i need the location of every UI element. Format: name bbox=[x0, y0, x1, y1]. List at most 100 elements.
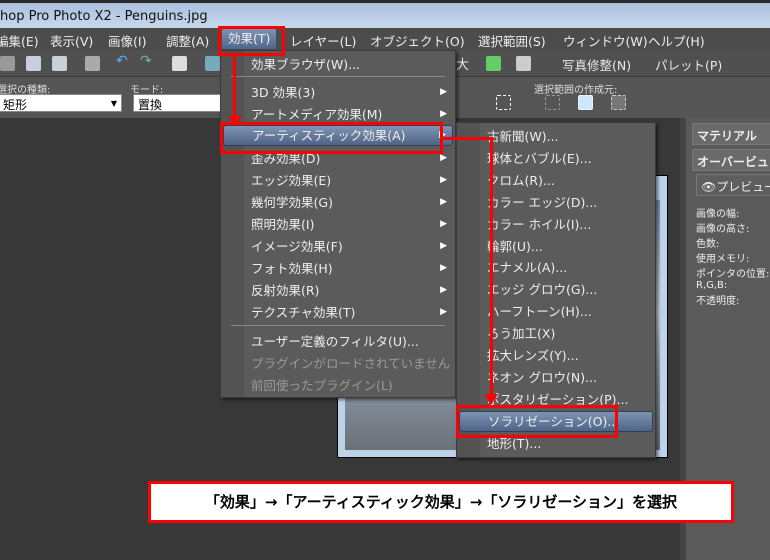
artistic-submenu-item[interactable]: 輪郭(U)... bbox=[459, 236, 653, 257]
annotation-arrow-line bbox=[490, 137, 493, 395]
create-from-mask-icon[interactable] bbox=[611, 95, 626, 110]
menu-view[interactable]: 表示(V) bbox=[50, 31, 93, 50]
photo-fix-button[interactable]: 写真修整(N) bbox=[562, 55, 631, 74]
effects-menu-item[interactable]: ユーザー定義のフィルタ(U)... bbox=[223, 331, 453, 352]
print-icon[interactable] bbox=[85, 56, 100, 71]
window-title: hop Pro Photo X2 - Penguins.jpg bbox=[0, 9, 208, 24]
mode-dropdown[interactable]: 置換 bbox=[133, 94, 223, 112]
selection-type-dropdown[interactable]: 矩形 ▼ bbox=[0, 94, 122, 112]
submenu-arrow-icon: ▶ bbox=[440, 197, 447, 207]
menu-selection[interactable]: 選択範囲(S) bbox=[478, 31, 546, 50]
info-pointer: ポインタの位置: bbox=[696, 269, 770, 280]
redo-icon[interactable]: ↷ bbox=[140, 53, 155, 69]
menu-window[interactable]: ウィンドウ(W) bbox=[563, 31, 648, 50]
artistic-submenu-item[interactable]: ろう加工(X) bbox=[459, 323, 653, 344]
artistic-submenu-item[interactable]: カラー エッジ(D)... bbox=[459, 192, 653, 213]
submenu-arrow-icon: ▶ bbox=[440, 307, 447, 317]
menu-item-label: イメージ効果(F) bbox=[251, 239, 343, 254]
create-from-layer-icon[interactable] bbox=[578, 95, 593, 110]
save-as-icon[interactable] bbox=[52, 56, 67, 71]
artistic-submenu-item[interactable]: 球体とバブル(E)... bbox=[459, 148, 653, 169]
effects-menu-item[interactable]: イメージ効果(F) ▶ bbox=[223, 236, 453, 257]
create-from-marquee-icon[interactable] bbox=[545, 95, 560, 110]
annotation-arrow-line bbox=[233, 56, 236, 118]
effects-menu-item[interactable]: フォト効果(H) ▶ bbox=[223, 258, 453, 279]
submenu-arrow-icon: ▶ bbox=[440, 87, 447, 97]
artistic-submenu-item[interactable]: ハーフトーン(H)... bbox=[459, 301, 653, 322]
menu-item-label: フォト効果(H) bbox=[251, 261, 333, 276]
menu-item-label: プラグインがロードされていません bbox=[251, 356, 451, 371]
menu-bar: 編集(E) 表示(V) 画像(I) 調整(A) 効果(T) レイヤー(L) オブ… bbox=[0, 28, 770, 50]
annotation-arrow-line bbox=[443, 137, 493, 140]
arrow-down-icon bbox=[484, 394, 498, 405]
menu-item-label: 効果ブラウザ(W)... bbox=[251, 57, 361, 72]
artistic-submenu-item[interactable]: エッジ グロウ(G)... bbox=[459, 279, 653, 300]
info-memory: 使用メモリ: bbox=[696, 254, 750, 265]
browse-icon[interactable] bbox=[0, 56, 15, 71]
image-icon[interactable] bbox=[205, 56, 220, 71]
artistic-submenu-item[interactable]: エナメル(A)... bbox=[459, 257, 653, 278]
info-width: 画像の幅: bbox=[696, 209, 740, 220]
submenu-arrow-icon: ▶ bbox=[440, 219, 447, 229]
preview-label: プレビュー bbox=[716, 180, 770, 194]
info-colors: 色数: bbox=[696, 239, 720, 250]
effects-menu-item[interactable]: テクスチャ効果(T) ▶ bbox=[223, 302, 453, 323]
artistic-submenu-item[interactable]: カラー ホイル(I)... bbox=[459, 214, 653, 235]
export-icon[interactable] bbox=[486, 56, 501, 71]
eye-icon: 👁 bbox=[701, 180, 717, 194]
artistic-submenu-item[interactable]: 拡大レンズ(Y)... bbox=[459, 345, 653, 366]
effects-menu-item[interactable]: 幾何学効果(G) ▶ bbox=[223, 192, 453, 213]
menu-separator bbox=[231, 76, 445, 77]
submenu-arrow-icon: ▶ bbox=[440, 175, 447, 185]
menu-item-label: 反射効果(R) bbox=[251, 283, 320, 298]
effects-menu-item[interactable]: エッジ効果(E) ▶ bbox=[223, 170, 453, 191]
menu-item-label: ユーザー定義のフィルタ(U)... bbox=[251, 334, 419, 349]
info-rgb: R,G,B: bbox=[696, 280, 728, 291]
annotation-box-artistic bbox=[220, 122, 443, 154]
save-icon[interactable] bbox=[26, 56, 41, 71]
menu-image[interactable]: 画像(I) bbox=[108, 31, 146, 50]
selection-mode-icon[interactable] bbox=[496, 95, 511, 110]
menu-item-label: 前回使ったプラグイン(L) bbox=[251, 378, 393, 393]
annotation-box-solarize bbox=[456, 405, 618, 438]
undo-icon[interactable]: ↶ bbox=[116, 53, 131, 69]
create-from-label: 選択範囲の作成元: bbox=[534, 85, 618, 96]
annotation-box-effects bbox=[218, 26, 285, 56]
tab-materials[interactable]: マテリアル bbox=[692, 123, 770, 145]
menu-item-label: 照明効果(I) bbox=[251, 217, 315, 232]
effects-menu-item[interactable]: 反射効果(R) ▶ bbox=[223, 280, 453, 301]
menu-object[interactable]: オブジェクト(O) bbox=[370, 31, 465, 50]
menu-layer[interactable]: レイヤー(L) bbox=[290, 31, 356, 50]
menu-item-label: 幾何学効果(G) bbox=[251, 195, 333, 210]
mode-value: 置換 bbox=[138, 98, 163, 112]
tab-overview[interactable]: オーバービュー bbox=[692, 149, 770, 186]
effects-menu-item: プラグインがロードされていません bbox=[223, 353, 453, 374]
submenu-arrow-icon: ▶ bbox=[440, 263, 447, 273]
menu-edit[interactable]: 編集(E) bbox=[0, 31, 39, 50]
submenu-arrow-icon: ▶ bbox=[440, 285, 447, 295]
artistic-submenu-item[interactable]: ネオン グロウ(N)... bbox=[459, 367, 653, 388]
zoom-label[interactable]: 大 bbox=[456, 54, 469, 73]
info-height: 画像の高さ: bbox=[696, 224, 750, 235]
effects-menu-item[interactable]: 3D 効果(3) ▶ bbox=[223, 82, 453, 103]
menu-separator bbox=[231, 325, 445, 326]
effects-menu-item[interactable]: 照明効果(I) ▶ bbox=[223, 214, 453, 235]
menu-item-label: エッジ効果(E) bbox=[251, 173, 332, 188]
menu-adjust[interactable]: 調整(A) bbox=[166, 31, 209, 50]
effects-menu-item[interactable]: 効果ブラウザ(W)... bbox=[223, 54, 453, 75]
copy-icon[interactable] bbox=[516, 56, 531, 71]
info-opacity: 不透明度: bbox=[696, 296, 740, 307]
effects-menu-item: 前回使ったプラグイン(L) bbox=[223, 375, 453, 396]
new-layer-icon[interactable] bbox=[172, 56, 187, 71]
selection-type-value: 矩形 bbox=[3, 98, 28, 112]
menu-item-label: アートメディア効果(M) bbox=[251, 107, 383, 122]
menu-item-label: 3D 効果(3) bbox=[251, 85, 316, 100]
artistic-submenu-item[interactable]: クロム(R)... bbox=[459, 170, 653, 191]
menu-help[interactable]: ヘルプ(H) bbox=[648, 31, 705, 50]
tab-preview[interactable]: 👁プレビュー bbox=[696, 174, 770, 196]
palette-button[interactable]: パレット(P) bbox=[655, 55, 722, 74]
effects-menu: 効果ブラウザ(W)... 3D 効果(3) ▶ アートメディア効果(M) ▶ アーティステ… bbox=[220, 50, 456, 398]
instruction-caption: 「効果」→「アーティスティック効果」→「ソラリゼーション」を選択 bbox=[148, 481, 734, 523]
submenu-arrow-icon: ▶ bbox=[440, 241, 447, 251]
title-bar: hop Pro Photo X2 - Penguins.jpg bbox=[0, 0, 770, 28]
